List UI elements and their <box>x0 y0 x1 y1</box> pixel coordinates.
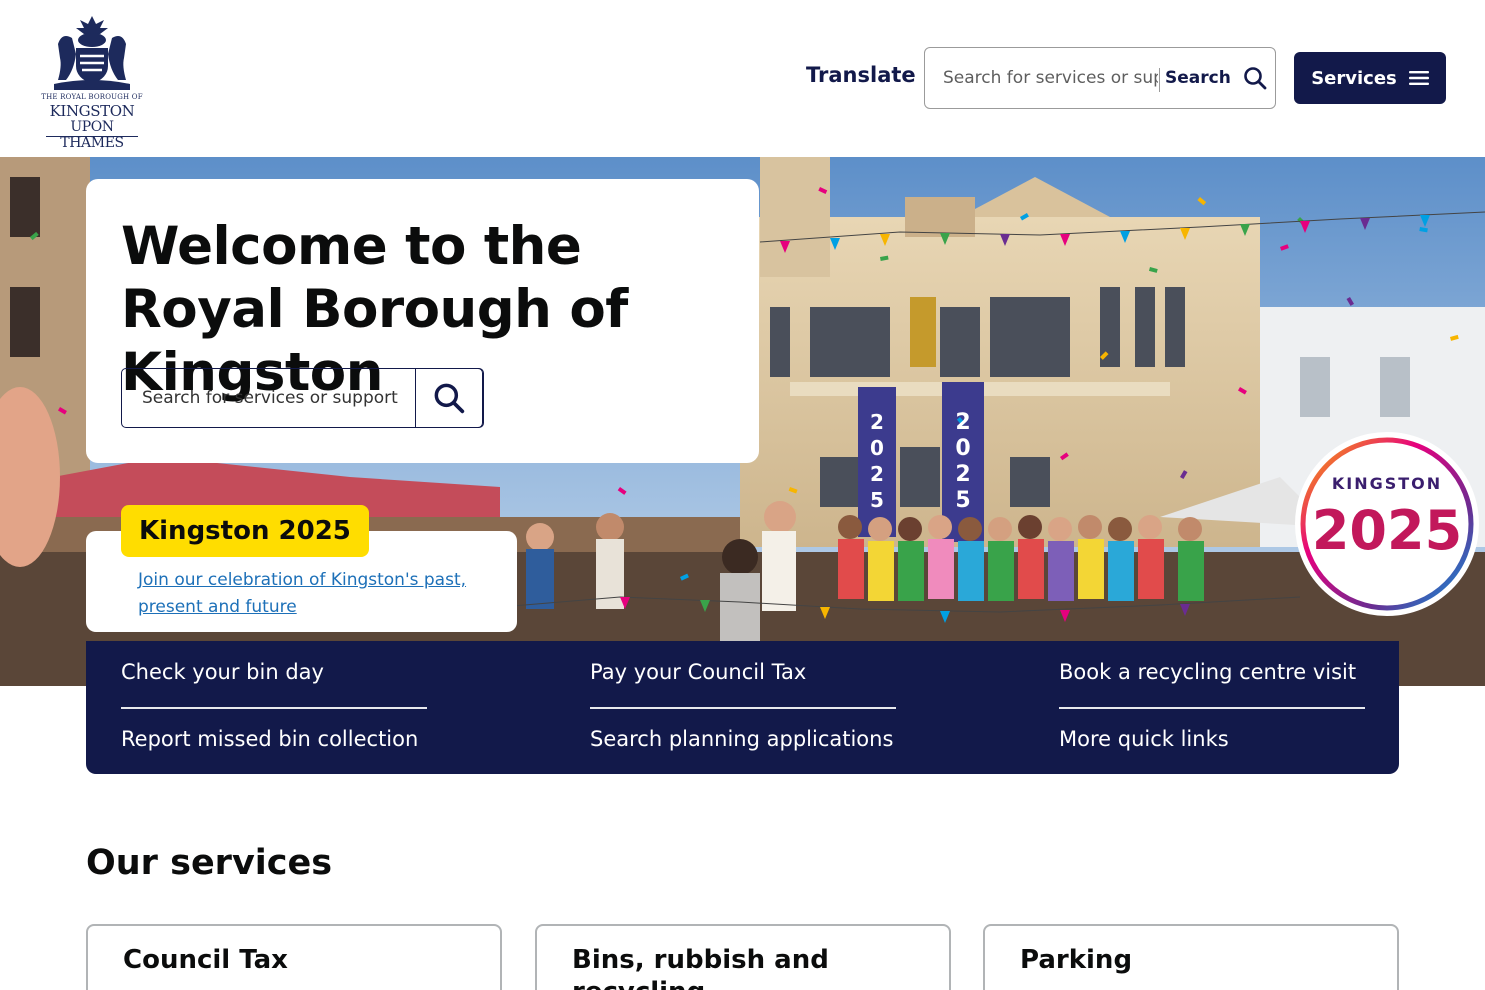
logo-rule <box>46 136 138 137</box>
quick-link-missed-bin[interactable]: Report missed bin collection <box>121 727 418 751</box>
quick-link-more[interactable]: More quick links <box>1059 727 1229 751</box>
quick-link-divider <box>590 707 896 709</box>
search-icon <box>434 383 465 414</box>
services-menu-button[interactable]: Services <box>1294 52 1446 104</box>
hero-search <box>121 368 484 428</box>
logo-line-1: KINGSTON <box>49 102 135 120</box>
quick-link-divider <box>1059 707 1365 709</box>
header-search: Search <box>924 47 1276 109</box>
search-divider <box>1159 68 1160 92</box>
quick-link-recycling-centre[interactable]: Book a recycling centre visit <box>1059 660 1356 684</box>
service-card-council-tax[interactable]: Council Tax <box>86 924 502 990</box>
service-card-bins[interactable]: Bins, rubbish and recycling <box>535 924 951 990</box>
council-logo[interactable]: THE ROYAL BOROUGH OF KINGSTON UPON THAME… <box>40 14 144 151</box>
kingston-2025-logo-line2: 2025 <box>1312 499 1462 562</box>
promo-link[interactable]: Join our celebration of Kingston's past,… <box>138 567 478 621</box>
service-card-title: Bins, rubbish and recycling <box>572 945 829 990</box>
welcome-card: Welcome to the Royal Borough of Kingston <box>86 179 759 463</box>
coat-of-arms-icon <box>54 16 130 90</box>
quick-link-council-tax[interactable]: Pay your Council Tax <box>590 660 806 684</box>
kingston-2025-logo: KINGSTON 2025 <box>1295 432 1479 616</box>
services-heading: Our services <box>86 843 333 883</box>
header-search-button[interactable]: Search <box>1165 58 1273 98</box>
header-search-input[interactable] <box>926 49 1158 107</box>
header-search-button-label: Search <box>1165 68 1231 88</box>
hero-search-button[interactable] <box>415 368 483 428</box>
logo-line-2: UPON THAMES <box>60 119 124 151</box>
banner-text-2: 2025 <box>955 410 970 513</box>
search-icon <box>1244 67 1267 90</box>
translate-link[interactable]: Translate <box>806 63 916 87</box>
promo-badge: Kingston 2025 <box>121 505 369 557</box>
site-header: THE ROYAL BOROUGH OF KINGSTON UPON THAME… <box>0 0 1485 157</box>
quick-link-divider <box>121 707 427 709</box>
kingston-2025-logo-line1: KINGSTON <box>1332 474 1442 493</box>
quick-links: Check your bin day Pay your Council Tax … <box>86 641 1399 774</box>
service-card-parking[interactable]: Parking <box>983 924 1399 990</box>
service-card-title: Parking <box>1020 945 1133 975</box>
hero-search-input[interactable] <box>122 369 418 427</box>
logo-small-text: THE ROYAL BOROUGH OF <box>41 93 143 101</box>
quick-link-bin-day[interactable]: Check your bin day <box>121 660 324 684</box>
service-card-title: Council Tax <box>123 945 288 975</box>
quick-link-planning[interactable]: Search planning applications <box>590 727 893 751</box>
menu-icon <box>1408 71 1429 85</box>
services-menu-button-label: Services <box>1311 67 1397 89</box>
